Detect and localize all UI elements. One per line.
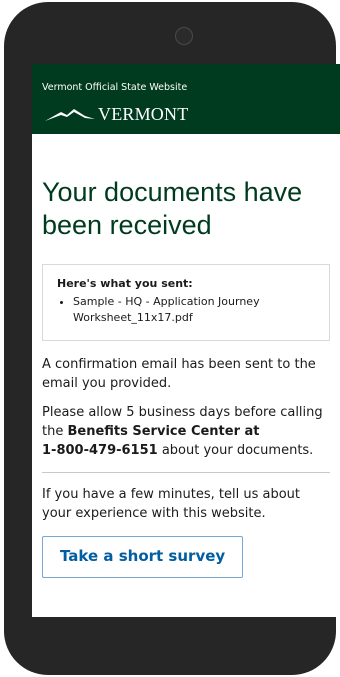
service-center-label: Benefits Service Center at [67, 424, 260, 439]
vermont-mountain-logo-icon [45, 109, 95, 121]
sent-files-list: Sample - HQ - Application Journey Worksh… [57, 294, 317, 326]
state-header: Vermont Official State Website VERMONT [32, 64, 340, 134]
allow-text-after: about your documents. [157, 443, 314, 458]
phone-mockup: Vermont Official State Website VERMONT Y… [0, 0, 340, 677]
survey-button[interactable]: Take a short survey [42, 536, 244, 578]
main-content: Your documents have been received Here's… [32, 176, 340, 578]
vermont-logo[interactable]: VERMONT [44, 104, 188, 124]
camera-icon [175, 27, 193, 45]
confirmation-text: A confirmation email has been sent to th… [42, 357, 316, 391]
phone-screen: Vermont Official State Website VERMONT Y… [32, 64, 340, 617]
sent-files-heading: Here's what you sent: [57, 277, 193, 290]
phone-number[interactable]: 1-800-479-6151 [42, 443, 158, 458]
survey-prompt: If you have a few minutes, tell us about… [42, 487, 301, 521]
allow-days-text: Please allow 5 business days before call… [42, 403, 330, 460]
sent-file-item: Sample - HQ - Application Journey Worksh… [73, 294, 317, 326]
sent-files-box: Here's what you sent: Sample - HQ - Appl… [42, 264, 330, 341]
state-tagline: Vermont Official State Website [42, 82, 188, 93]
logo-text: VERMONT [98, 103, 189, 124]
phone-bottom-bezel [32, 617, 340, 675]
page-title: Your documents have been received [42, 177, 303, 240]
divider [42, 472, 330, 473]
